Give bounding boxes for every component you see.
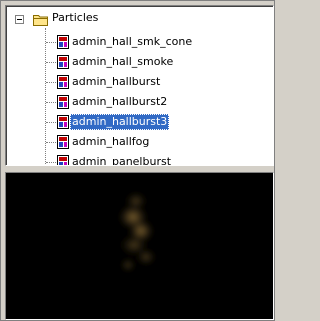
particle-tree-view[interactable]: Particles admin_hall_smk_cone admin_hall_… <box>5 5 274 166</box>
tree-item-label: admin_hallfog <box>72 135 150 148</box>
tree-item[interactable]: admin_hall_smk_cone <box>6 32 273 52</box>
smoke-particle-preview <box>118 191 157 272</box>
tree-item[interactable]: admin_hallburst <box>6 72 273 92</box>
particle-file-icon <box>57 75 69 89</box>
particle-file-icon <box>57 135 69 149</box>
tree-item-label: admin_hallburst2 <box>72 95 168 108</box>
tree-item-label: admin_panelburst <box>72 155 172 166</box>
folder-open-icon <box>33 15 48 26</box>
particle-file-icon <box>57 35 69 49</box>
particle-browser-panel: Particles admin_hall_smk_cone admin_hall_… <box>0 0 275 321</box>
tree-item-label: admin_hallburst3 <box>70 114 170 130</box>
tree-root-row[interactable]: Particles <box>6 6 273 26</box>
tree-item[interactable]: admin_panelburst <box>6 152 273 166</box>
tree-item-label: admin_hallburst <box>72 75 161 88</box>
particle-file-icon <box>57 155 69 165</box>
particle-file-icon <box>57 95 69 109</box>
tree-item[interactable]: admin_hallburst2 <box>6 92 273 112</box>
particle-preview-viewport[interactable] <box>5 172 274 320</box>
tree-root-label: Particles <box>52 11 99 24</box>
tree-item[interactable]: admin_hallfog <box>6 132 273 152</box>
tree-item[interactable]: admin_hallburst3 <box>6 112 273 132</box>
tree-item[interactable]: admin_hall_smoke <box>6 52 273 72</box>
particle-file-icon <box>57 55 69 69</box>
collapse-icon[interactable] <box>15 15 24 24</box>
tree-item-label: admin_hall_smk_cone <box>72 35 193 48</box>
particle-file-icon <box>57 115 69 129</box>
tree-item-label: admin_hall_smoke <box>72 55 174 68</box>
